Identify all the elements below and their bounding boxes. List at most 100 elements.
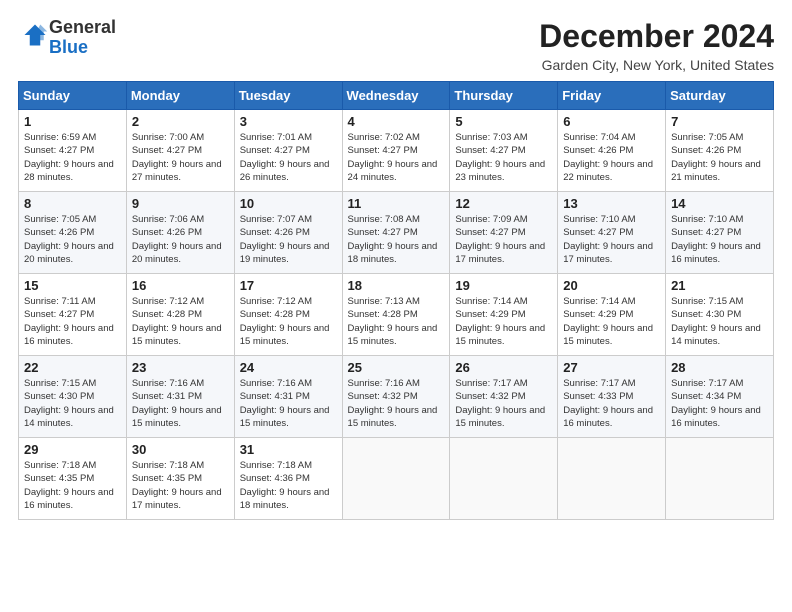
day-info: Sunrise: 7:05 AMSunset: 4:26 PMDaylight:… [671,131,768,184]
day-number: 20 [563,278,660,293]
calendar-cell: 12 Sunrise: 7:09 AMSunset: 4:27 PMDayligh… [450,192,558,274]
calendar-cell [558,438,666,520]
day-number: 12 [455,196,552,211]
calendar-cell: 25 Sunrise: 7:16 AMSunset: 4:32 PMDayligh… [342,356,450,438]
calendar-cell: 24 Sunrise: 7:16 AMSunset: 4:31 PMDayligh… [234,356,342,438]
day-number: 4 [348,114,445,129]
day-info: Sunrise: 6:59 AMSunset: 4:27 PMDaylight:… [24,131,121,184]
day-number: 30 [132,442,229,457]
day-info: Sunrise: 7:16 AMSunset: 4:31 PMDaylight:… [240,377,337,430]
day-info: Sunrise: 7:04 AMSunset: 4:26 PMDaylight:… [563,131,660,184]
day-info: Sunrise: 7:15 AMSunset: 4:30 PMDaylight:… [671,295,768,348]
calendar-cell: 2 Sunrise: 7:00 AMSunset: 4:27 PMDaylight… [126,110,234,192]
day-number: 23 [132,360,229,375]
logo-blue-text: Blue [49,37,88,57]
weekday-header-thursday: Thursday [450,82,558,110]
weekday-header-saturday: Saturday [666,82,774,110]
day-info: Sunrise: 7:05 AMSunset: 4:26 PMDaylight:… [24,213,121,266]
day-number: 22 [24,360,121,375]
calendar-cell: 26 Sunrise: 7:17 AMSunset: 4:32 PMDayligh… [450,356,558,438]
calendar-cell: 23Sunrise: 7:16 AMSunset: 4:31 PMDayligh… [126,356,234,438]
weekday-header-sunday: Sunday [19,82,127,110]
calendar-cell: 20 Sunrise: 7:14 AMSunset: 4:29 PMDayligh… [558,274,666,356]
day-number: 21 [671,278,768,293]
header: General Blue December 2024 Garden City, … [18,18,774,73]
day-info: Sunrise: 7:18 AMSunset: 4:35 PMDaylight:… [24,459,121,512]
title-block: December 2024 Garden City, New York, Uni… [539,18,774,73]
calendar-cell: 30 Sunrise: 7:18 AMSunset: 4:35 PMDayligh… [126,438,234,520]
calendar-cell: 14Sunrise: 7:10 AMSunset: 4:27 PMDayligh… [666,192,774,274]
day-info: Sunrise: 7:09 AMSunset: 4:27 PMDaylight:… [455,213,552,266]
calendar-header-row: SundayMondayTuesdayWednesdayThursdayFrid… [19,82,774,110]
weekday-header-monday: Monday [126,82,234,110]
day-number: 19 [455,278,552,293]
day-number: 29 [24,442,121,457]
day-info: Sunrise: 7:17 AMSunset: 4:32 PMDaylight:… [455,377,552,430]
calendar-week-1: 1 Sunrise: 6:59 AMSunset: 4:27 PMDaylight… [19,110,774,192]
day-number: 16 [132,278,229,293]
day-info: Sunrise: 7:15 AMSunset: 4:30 PMDaylight:… [24,377,121,430]
day-number: 25 [348,360,445,375]
page-subtitle: Garden City, New York, United States [539,57,774,73]
calendar-cell: 15 Sunrise: 7:11 AMSunset: 4:27 PMDayligh… [19,274,127,356]
day-info: Sunrise: 7:11 AMSunset: 4:27 PMDaylight:… [24,295,121,348]
day-number: 31 [240,442,337,457]
day-info: Sunrise: 7:13 AMSunset: 4:28 PMDaylight:… [348,295,445,348]
day-number: 8 [24,196,121,211]
day-number: 1 [24,114,121,129]
calendar-cell: 9Sunrise: 7:06 AMSunset: 4:26 PMDaylight… [126,192,234,274]
calendar-cell: 31 Sunrise: 7:18 AMSunset: 4:36 PMDayligh… [234,438,342,520]
day-info: Sunrise: 7:03 AMSunset: 4:27 PMDaylight:… [455,131,552,184]
page-title: December 2024 [539,18,774,55]
day-number: 11 [348,196,445,211]
calendar-cell: 22 Sunrise: 7:15 AMSunset: 4:30 PMDayligh… [19,356,127,438]
day-info: Sunrise: 7:12 AMSunset: 4:28 PMDaylight:… [132,295,229,348]
calendar-cell: 27Sunrise: 7:17 AMSunset: 4:33 PMDayligh… [558,356,666,438]
calendar-cell: 21 Sunrise: 7:15 AMSunset: 4:30 PMDayligh… [666,274,774,356]
day-info: Sunrise: 7:10 AMSunset: 4:27 PMDaylight:… [563,213,660,266]
calendar-cell: 6 Sunrise: 7:04 AMSunset: 4:26 PMDaylight… [558,110,666,192]
calendar-cell: 10Sunrise: 7:07 AMSunset: 4:26 PMDayligh… [234,192,342,274]
day-info: Sunrise: 7:12 AMSunset: 4:28 PMDaylight:… [240,295,337,348]
day-info: Sunrise: 7:16 AMSunset: 4:32 PMDaylight:… [348,377,445,430]
day-info: Sunrise: 7:14 AMSunset: 4:29 PMDaylight:… [563,295,660,348]
day-info: Sunrise: 7:01 AMSunset: 4:27 PMDaylight:… [240,131,337,184]
day-number: 26 [455,360,552,375]
day-number: 15 [24,278,121,293]
calendar-cell: 19 Sunrise: 7:14 AMSunset: 4:29 PMDayligh… [450,274,558,356]
day-info: Sunrise: 7:10 AMSunset: 4:27 PMDaylight:… [671,213,768,266]
day-info: Sunrise: 7:14 AMSunset: 4:29 PMDaylight:… [455,295,552,348]
day-info: Sunrise: 7:07 AMSunset: 4:26 PMDaylight:… [240,213,337,266]
day-number: 7 [671,114,768,129]
calendar-week-3: 15 Sunrise: 7:11 AMSunset: 4:27 PMDayligh… [19,274,774,356]
calendar-cell: 29 Sunrise: 7:18 AMSunset: 4:35 PMDayligh… [19,438,127,520]
day-info: Sunrise: 7:18 AMSunset: 4:35 PMDaylight:… [132,459,229,512]
weekday-header-wednesday: Wednesday [342,82,450,110]
logo: General Blue [18,18,116,58]
calendar-cell: 16 Sunrise: 7:12 AMSunset: 4:28 PMDayligh… [126,274,234,356]
calendar-cell: 4Sunrise: 7:02 AMSunset: 4:27 PMDaylight… [342,110,450,192]
calendar-cell: 13 Sunrise: 7:10 AMSunset: 4:27 PMDayligh… [558,192,666,274]
calendar-cell [450,438,558,520]
day-number: 13 [563,196,660,211]
calendar-cell: 28Sunrise: 7:17 AMSunset: 4:34 PMDayligh… [666,356,774,438]
day-number: 9 [132,196,229,211]
calendar-cell: 3 Sunrise: 7:01 AMSunset: 4:27 PMDaylight… [234,110,342,192]
calendar-week-5: 29 Sunrise: 7:18 AMSunset: 4:35 PMDayligh… [19,438,774,520]
day-number: 24 [240,360,337,375]
day-info: Sunrise: 7:17 AMSunset: 4:33 PMDaylight:… [563,377,660,430]
calendar-cell [666,438,774,520]
calendar-cell: 1 Sunrise: 6:59 AMSunset: 4:27 PMDaylight… [19,110,127,192]
calendar-week-2: 8 Sunrise: 7:05 AMSunset: 4:26 PMDaylight… [19,192,774,274]
calendar-cell [342,438,450,520]
day-number: 6 [563,114,660,129]
day-info: Sunrise: 7:17 AMSunset: 4:34 PMDaylight:… [671,377,768,430]
day-number: 2 [132,114,229,129]
calendar-cell: 11Sunrise: 7:08 AMSunset: 4:27 PMDayligh… [342,192,450,274]
day-info: Sunrise: 7:18 AMSunset: 4:36 PMDaylight:… [240,459,337,512]
day-info: Sunrise: 7:00 AMSunset: 4:27 PMDaylight:… [132,131,229,184]
day-number: 5 [455,114,552,129]
day-number: 3 [240,114,337,129]
calendar-cell: 5 Sunrise: 7:03 AMSunset: 4:27 PMDaylight… [450,110,558,192]
weekday-header-friday: Friday [558,82,666,110]
